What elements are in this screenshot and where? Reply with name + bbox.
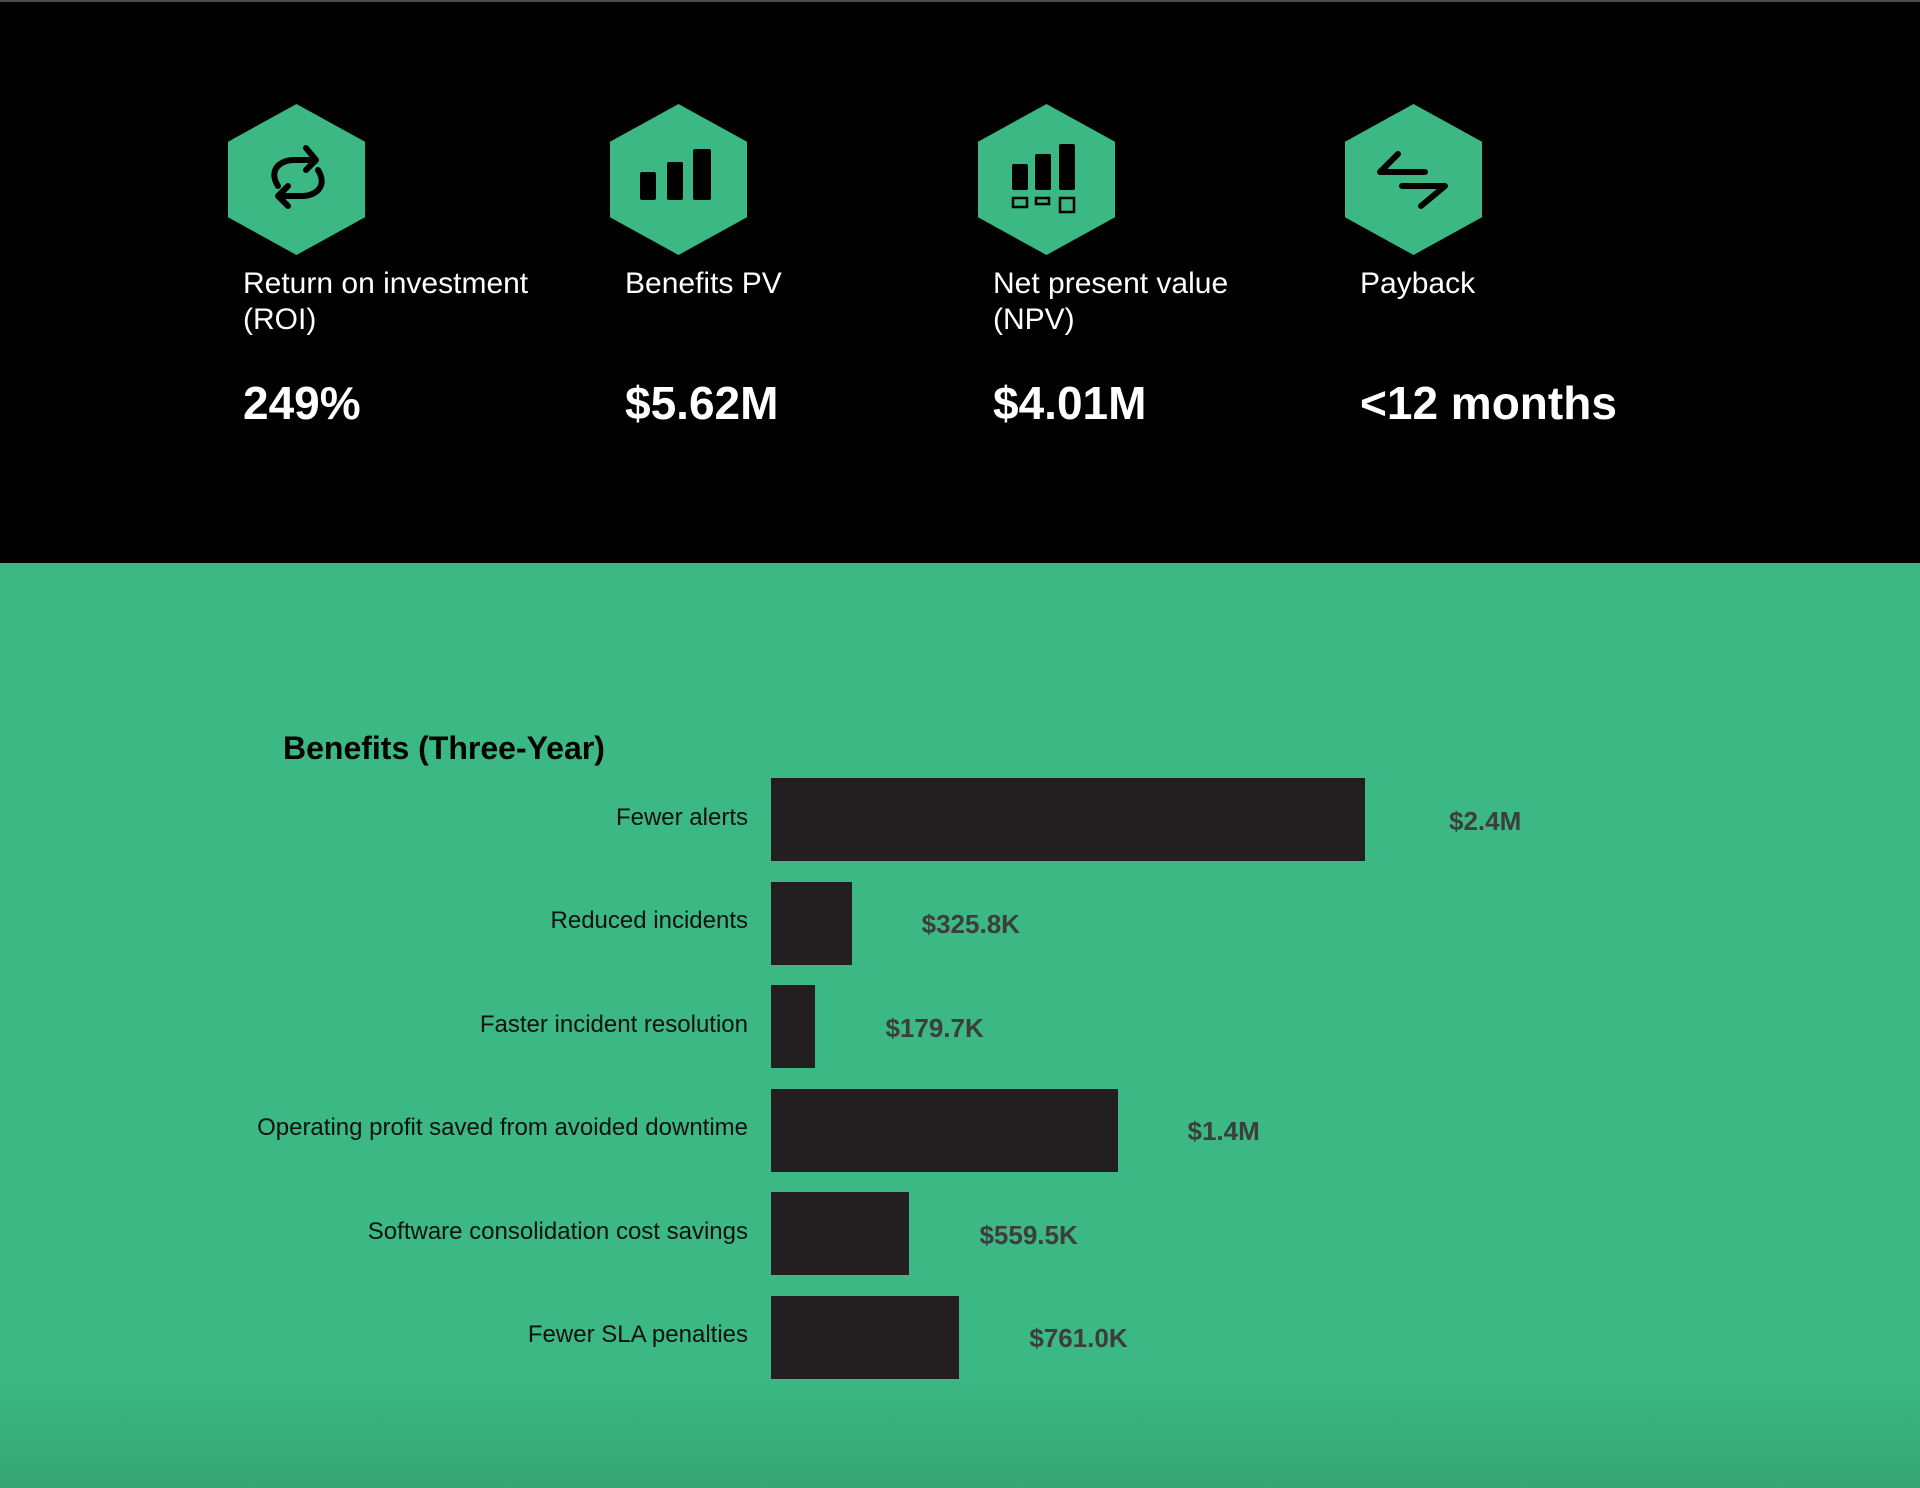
value-label: $179.7K — [885, 1012, 984, 1043]
category-label: Operating profit saved from avoided down… — [257, 1114, 748, 1141]
bar — [771, 778, 1365, 861]
kpi-npv: Net present value (NPV) $4.01M — [978, 104, 1318, 429]
kpi-value: <12 months — [1360, 377, 1617, 429]
kpi-label: Benefits PV — [625, 267, 782, 300]
value-label: $2.4M — [1449, 805, 1522, 836]
bar — [771, 985, 816, 1068]
kpi-label: Return on investment (ROI) — [243, 267, 529, 336]
bar — [771, 881, 852, 965]
bar-chart-boxes-icon — [978, 104, 1115, 255]
value-label: $325.8K — [921, 909, 1020, 939]
bar-chart-icon — [610, 104, 747, 255]
bar — [771, 1295, 960, 1379]
bar — [771, 1088, 1118, 1172]
chart-title: Benefits (Three-Year) — [283, 730, 605, 766]
kpi-label: Net present value (NPV) — [993, 267, 1229, 336]
kpi-payback: Payback <12 months — [1345, 104, 1685, 429]
category-label: Fewer alerts — [615, 803, 748, 831]
kpi-value: $4.01M — [993, 377, 1147, 429]
kpi-panel: Return on investment (ROI) 249% Benefits… — [0, 0, 1920, 563]
swap-arrows-icon — [1345, 104, 1482, 255]
kpi-value: 249% — [243, 377, 361, 429]
value-label: $761.0K — [1029, 1323, 1128, 1353]
kpi-benefits-pv: Benefits PV $5.62M — [610, 104, 950, 429]
category-label: Fewer SLA penalties — [527, 1321, 748, 1348]
kpi-label: Payback — [1360, 267, 1476, 300]
bar — [771, 1192, 910, 1275]
category-label: Reduced incidents — [550, 907, 748, 934]
kpi-value: $5.62M — [625, 377, 779, 429]
kpi-roi: Return on investment (ROI) 249% — [228, 104, 568, 429]
category-label: Software consolidation cost savings — [367, 1217, 748, 1245]
value-label: $559.5K — [979, 1219, 1078, 1250]
value-label: $1.4M — [1187, 1116, 1260, 1146]
category-label: Faster incident resolution — [479, 1010, 748, 1038]
repeat-arrows-icon — [228, 104, 365, 255]
